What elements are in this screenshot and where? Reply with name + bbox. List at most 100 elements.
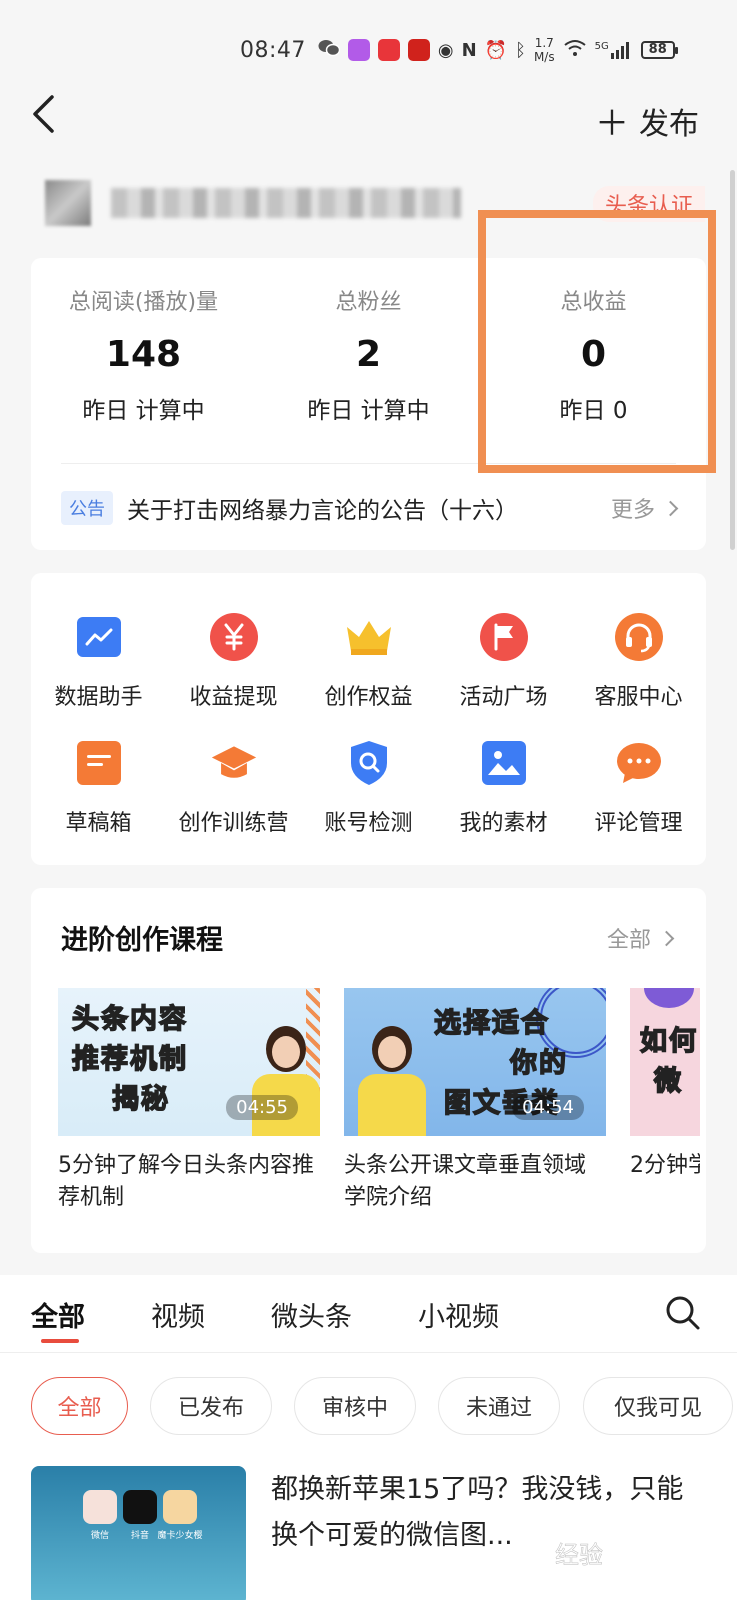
notice-text[interactable]: 关于打击网络暴力言论的公告（十六） — [127, 491, 611, 525]
scrollbar[interactable] — [730, 170, 735, 550]
back-button[interactable] — [30, 94, 60, 134]
tool-label: 客服中心 — [594, 685, 683, 710]
course-item[interactable]: 头条内容 推荐机制 揭秘 04:55 5分钟了解今日头条内容推荐机制 — [58, 988, 320, 1214]
chevron-right-icon — [662, 500, 679, 516]
tab-all[interactable]: 全部 — [31, 1295, 85, 1334]
stat-label: 总粉丝 — [335, 290, 402, 315]
tool-data-assistant[interactable]: 数据助手 — [31, 613, 166, 711]
notice-tag: 公告 — [61, 491, 113, 525]
stat-value: 2 — [355, 334, 382, 375]
article-item[interactable]: 微信 抖音 魔卡少女樱 都换新苹果15了吗？我没钱，只能换个可爱的微信图... — [0, 1463, 737, 1600]
tool-account-check[interactable]: 账号检测 — [301, 739, 436, 837]
active-tab-indicator — [41, 1339, 79, 1343]
hd-icon: ◉ — [437, 39, 454, 61]
username-redacted — [111, 188, 461, 218]
filter-rejected[interactable]: 未通过 — [438, 1377, 560, 1435]
graduation-cap-icon — [210, 739, 258, 787]
notice-more-label: 更多 — [610, 498, 655, 523]
wifi-icon — [563, 39, 587, 62]
app-notification-icon — [407, 39, 430, 61]
nfc-icon: N — [461, 39, 477, 61]
course-item[interactable]: 如何 微 2分钟学 — [630, 988, 700, 1214]
app-label: 魔卡少女樱 — [157, 1531, 203, 1541]
stat-value: 148 — [105, 334, 182, 375]
shield-search-icon — [345, 739, 393, 787]
app-icon — [123, 1490, 157, 1524]
tab-micro-headline[interactable]: 微头条 — [271, 1295, 352, 1334]
course-all-link[interactable]: 全部 — [606, 922, 675, 954]
filter-private[interactable]: 仅我可见 — [583, 1377, 733, 1435]
course-thumbnail[interactable]: 如何 微 — [630, 988, 700, 1136]
tool-label: 创作训练营 — [178, 811, 289, 836]
tool-label: 数据助手 — [54, 685, 143, 710]
crown-icon — [345, 613, 393, 661]
search-icon[interactable] — [665, 1295, 701, 1331]
filter-published[interactable]: 已发布 — [150, 1377, 272, 1435]
notice-more-link[interactable]: 更多 — [610, 492, 679, 524]
course-all-label: 全部 — [606, 928, 651, 953]
course-thumbnail[interactable]: 选择适合 你的 图文垂类 04:54 — [344, 988, 606, 1136]
status-time: 08:47 — [240, 37, 306, 63]
chevron-left-icon — [33, 95, 54, 133]
app-notification-icon — [377, 39, 400, 61]
filter-reviewing[interactable]: 审核中 — [294, 1377, 416, 1435]
notice-row[interactable]: 公告 关于打击网络暴力言论的公告（十六） 更多 — [61, 488, 679, 528]
flag-icon — [479, 613, 528, 661]
app-icon — [163, 1490, 197, 1524]
app-icon — [83, 1490, 117, 1524]
network-speed: 1.7 M/s — [533, 36, 555, 64]
stat-total-reads[interactable]: 总阅读(播放)量 148 昨日 计算中 — [31, 258, 256, 458]
article-thumbnail[interactable]: 微信 抖音 魔卡少女樱 — [31, 1466, 246, 1600]
tool-income-withdraw[interactable]: 收益提现 — [166, 613, 301, 711]
tool-drafts[interactable]: 草稿箱 — [31, 739, 166, 837]
draft-icon — [75, 739, 123, 787]
thumbnail-text: 头条内容 推荐机制 揭秘 — [71, 1003, 188, 1116]
section-title: 进阶创作课程 — [61, 925, 223, 956]
alarm-icon: ⏰ — [484, 39, 508, 61]
status-bar: 08:47 ◉ N ⏰ ᛒ 1.7 M/s 5G 88 — [240, 30, 687, 70]
app-notification-icon — [347, 39, 370, 61]
chevron-right-icon — [658, 930, 675, 946]
course-thumbnail[interactable]: 头条内容 推荐机制 揭秘 04:55 — [58, 988, 320, 1136]
article-title[interactable]: 都换新苹果15了吗？我没钱，只能换个可爱的微信图... — [271, 1467, 691, 1559]
tool-training-camp[interactable]: 创作训练营 — [166, 739, 301, 837]
course-caption[interactable]: 5分钟了解今日头条内容推荐机制 — [58, 1150, 320, 1214]
plus-icon: ＋ — [595, 104, 629, 144]
signal-icon: 5G — [595, 41, 633, 59]
tool-my-materials[interactable]: 我的素材 — [436, 739, 571, 837]
course-caption[interactable]: 头条公开课文章垂直领域学院介绍 — [344, 1150, 606, 1214]
stat-label: 总阅读(播放)量 — [68, 290, 219, 315]
stat-total-fans[interactable]: 总粉丝 2 昨日 计算中 — [256, 258, 481, 458]
annotation-highlight-box — [478, 210, 716, 473]
tool-customer-service[interactable]: 客服中心 — [571, 613, 706, 711]
tab-short-video[interactable]: 小视频 — [418, 1295, 499, 1334]
status-filter-row: 全部 已发布 审核中 未通过 仅我可见 — [0, 1353, 737, 1463]
video-duration: 04:55 — [226, 1095, 298, 1120]
avatar[interactable] — [45, 180, 91, 226]
comment-icon — [615, 739, 663, 787]
thumbnail-text: 如何 微 — [639, 1025, 698, 1098]
chart-icon — [75, 613, 123, 661]
tool-comment-management[interactable]: 评论管理 — [571, 739, 706, 837]
tool-label: 收益提现 — [189, 685, 278, 710]
tool-activity-square[interactable]: 活动广场 — [436, 613, 571, 711]
publish-button[interactable]: ＋ 发布 — [595, 96, 699, 145]
publish-label: 发布 — [639, 106, 699, 142]
tool-label: 我的素材 — [459, 811, 548, 836]
stat-sub: 昨日 计算中 — [82, 398, 205, 424]
yuan-icon — [209, 613, 258, 661]
image-icon — [480, 739, 528, 787]
filter-all[interactable]: 全部 — [31, 1377, 128, 1435]
stat-sub: 昨日 计算中 — [307, 398, 430, 424]
content-tab-bar: 全部 视频 微头条 小视频 — [0, 1275, 737, 1353]
bluetooth-icon: ᛒ — [515, 39, 526, 61]
course-item[interactable]: 选择适合 你的 图文垂类 04:54 头条公开课文章垂直领域学院介绍 — [344, 988, 606, 1214]
wechat-icon — [318, 38, 341, 63]
watermark: 经验 — [555, 1541, 604, 1570]
tab-video[interactable]: 视频 — [151, 1295, 205, 1334]
video-duration: 04:54 — [512, 1095, 584, 1120]
battery-icon: 88 — [640, 41, 678, 59]
tool-creator-rights[interactable]: 创作权益 — [301, 613, 436, 711]
tool-label: 活动广场 — [459, 685, 548, 710]
course-caption[interactable]: 2分钟学 — [630, 1150, 700, 1182]
